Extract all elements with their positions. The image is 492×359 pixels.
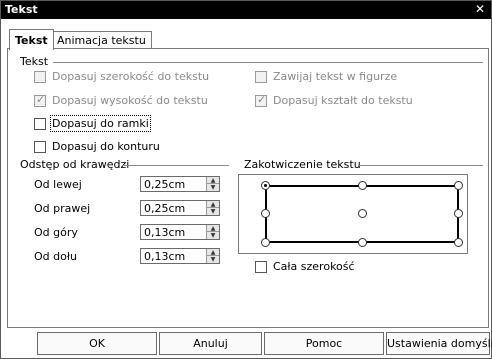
spin-bottom[interactable]: 0,13cm ▲ ▼ <box>140 248 220 264</box>
divider <box>53 62 483 63</box>
label-bottom: Od dołu <box>34 250 77 263</box>
anchor-bottom-right[interactable] <box>454 238 463 247</box>
anchor-bottom-left[interactable] <box>261 238 270 247</box>
spin-buttons: ▲ ▼ <box>206 201 219 215</box>
anchor-middle-left[interactable] <box>261 209 270 218</box>
spin-down-icon[interactable]: ▼ <box>207 232 219 239</box>
checkbox-box: ✓ <box>255 92 267 107</box>
label-top: Od góry <box>34 226 78 239</box>
reset-defaults-button[interactable]: Ustawienia domyślne <box>386 332 492 355</box>
spin-value: 0,13cm <box>144 250 186 263</box>
check-icon: ✓ <box>257 92 267 106</box>
checkbox-fit-height[interactable]: ✓ Dopasuj wysokość do tekstu <box>34 92 208 107</box>
spin-buttons: ▲ ▼ <box>206 225 219 239</box>
anchor-middle-right[interactable] <box>454 209 463 218</box>
spin-up-icon[interactable]: ▲ <box>207 249 219 256</box>
checkbox-label: Dopasuj kształt do tekstu <box>273 94 413 107</box>
checkbox-fit-width[interactable]: Dopasuj szerokość do tekstu <box>34 70 209 83</box>
checkbox-full-width[interactable]: Cała szerokość <box>255 260 355 273</box>
label-left: Od lewej <box>34 178 82 191</box>
anchor-center[interactable] <box>358 209 367 218</box>
spin-buttons: ▲ ▼ <box>206 249 219 263</box>
checkbox-label: Dopasuj do ramki <box>50 115 151 132</box>
title-bar: Tekst ✕ <box>1 1 491 19</box>
checkbox-fit-shape[interactable]: ✓ Dopasuj kształt do tekstu <box>255 92 413 107</box>
spin-right[interactable]: 0,25cm ▲ ▼ <box>140 200 220 216</box>
checkbox-fit-contour[interactable]: Dopasuj do konturu <box>34 140 160 153</box>
anchor-preview <box>238 174 468 254</box>
checkbox-label: Cała szerokość <box>273 260 355 273</box>
spin-down-icon[interactable]: ▼ <box>207 184 219 191</box>
text-dialog: Tekst ✕ Tekst Animacja tekstu Tekst Dopa… <box>0 0 492 359</box>
spin-left[interactable]: 0,25cm ▲ ▼ <box>140 176 220 192</box>
spin-value: 0,25cm <box>144 178 186 191</box>
tab-text[interactable]: Tekst <box>9 29 54 50</box>
spin-value: 0,13cm <box>144 226 186 239</box>
checkbox-box <box>255 70 267 83</box>
checkbox-box: ✓ <box>34 92 46 107</box>
spin-down-icon[interactable]: ▼ <box>207 208 219 215</box>
checkbox-label: Dopasuj szerokość do tekstu <box>52 70 210 83</box>
checkbox-box <box>34 70 46 83</box>
spin-down-icon[interactable]: ▼ <box>207 256 219 263</box>
checkbox-box <box>34 140 46 153</box>
ok-button[interactable]: OK <box>37 332 157 355</box>
spin-top[interactable]: 0,13cm ▲ ▼ <box>140 224 220 240</box>
spin-up-icon[interactable]: ▲ <box>207 225 219 232</box>
checkbox-label: Dopasuj wysokość do tekstu <box>52 94 208 107</box>
button-bar: OK Anuluj Pomoc Ustawienia domyślne <box>1 330 492 358</box>
anchor-bottom-center[interactable] <box>358 238 367 247</box>
close-icon[interactable]: ✕ <box>473 3 487 16</box>
divider <box>358 165 483 166</box>
anchor-top-left[interactable] <box>261 181 270 190</box>
section-label-anchor: Zakotwiczenie tekstu <box>244 158 361 171</box>
spin-up-icon[interactable]: ▲ <box>207 201 219 208</box>
checkbox-wrap-text[interactable]: Zawijaj tekst w figurze <box>255 70 397 83</box>
section-label-spacing: Odstęp od krawędzi <box>20 158 130 171</box>
checkbox-label: Zawijaj tekst w figurze <box>273 70 398 83</box>
help-button[interactable]: Pomoc <box>264 332 384 355</box>
checkbox-box <box>255 260 267 273</box>
window-title: Tekst <box>5 3 38 16</box>
spin-value: 0,25cm <box>144 202 186 215</box>
spin-up-icon[interactable]: ▲ <box>207 177 219 184</box>
tab-text-animation[interactable]: Animacja tekstu <box>51 31 152 49</box>
checkbox-box <box>34 117 46 130</box>
anchor-top-center[interactable] <box>358 181 367 190</box>
check-icon: ✓ <box>36 92 46 106</box>
checkbox-label: Dopasuj do konturu <box>52 140 160 153</box>
divider <box>122 165 229 166</box>
checkbox-fit-frame[interactable]: Dopasuj do ramki <box>34 115 151 132</box>
section-label-text: Tekst <box>20 55 49 68</box>
spin-buttons: ▲ ▼ <box>206 177 219 191</box>
cancel-button[interactable]: Anuluj <box>159 332 262 355</box>
anchor-top-right[interactable] <box>454 181 463 190</box>
label-right: Od prawej <box>34 202 91 215</box>
